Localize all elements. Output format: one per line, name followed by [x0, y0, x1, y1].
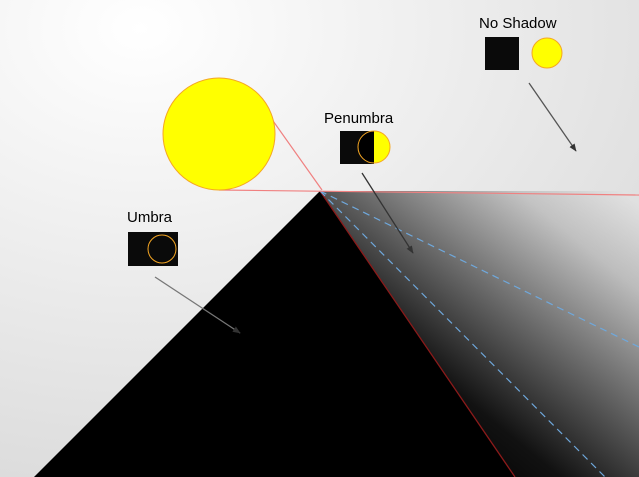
umbra-label: Umbra [127, 209, 173, 226]
no-shadow-occluder-icon [485, 37, 519, 70]
sun-icon [162, 77, 276, 191]
no-shadow-label: No Shadow [479, 15, 557, 32]
no-shadow-sun-icon [531, 37, 563, 69]
penumbra-label: Penumbra [324, 110, 394, 127]
umbra-occluder-icon [128, 232, 178, 266]
shadow-diagram: No Shadow Penumbra Umbra [0, 0, 639, 477]
